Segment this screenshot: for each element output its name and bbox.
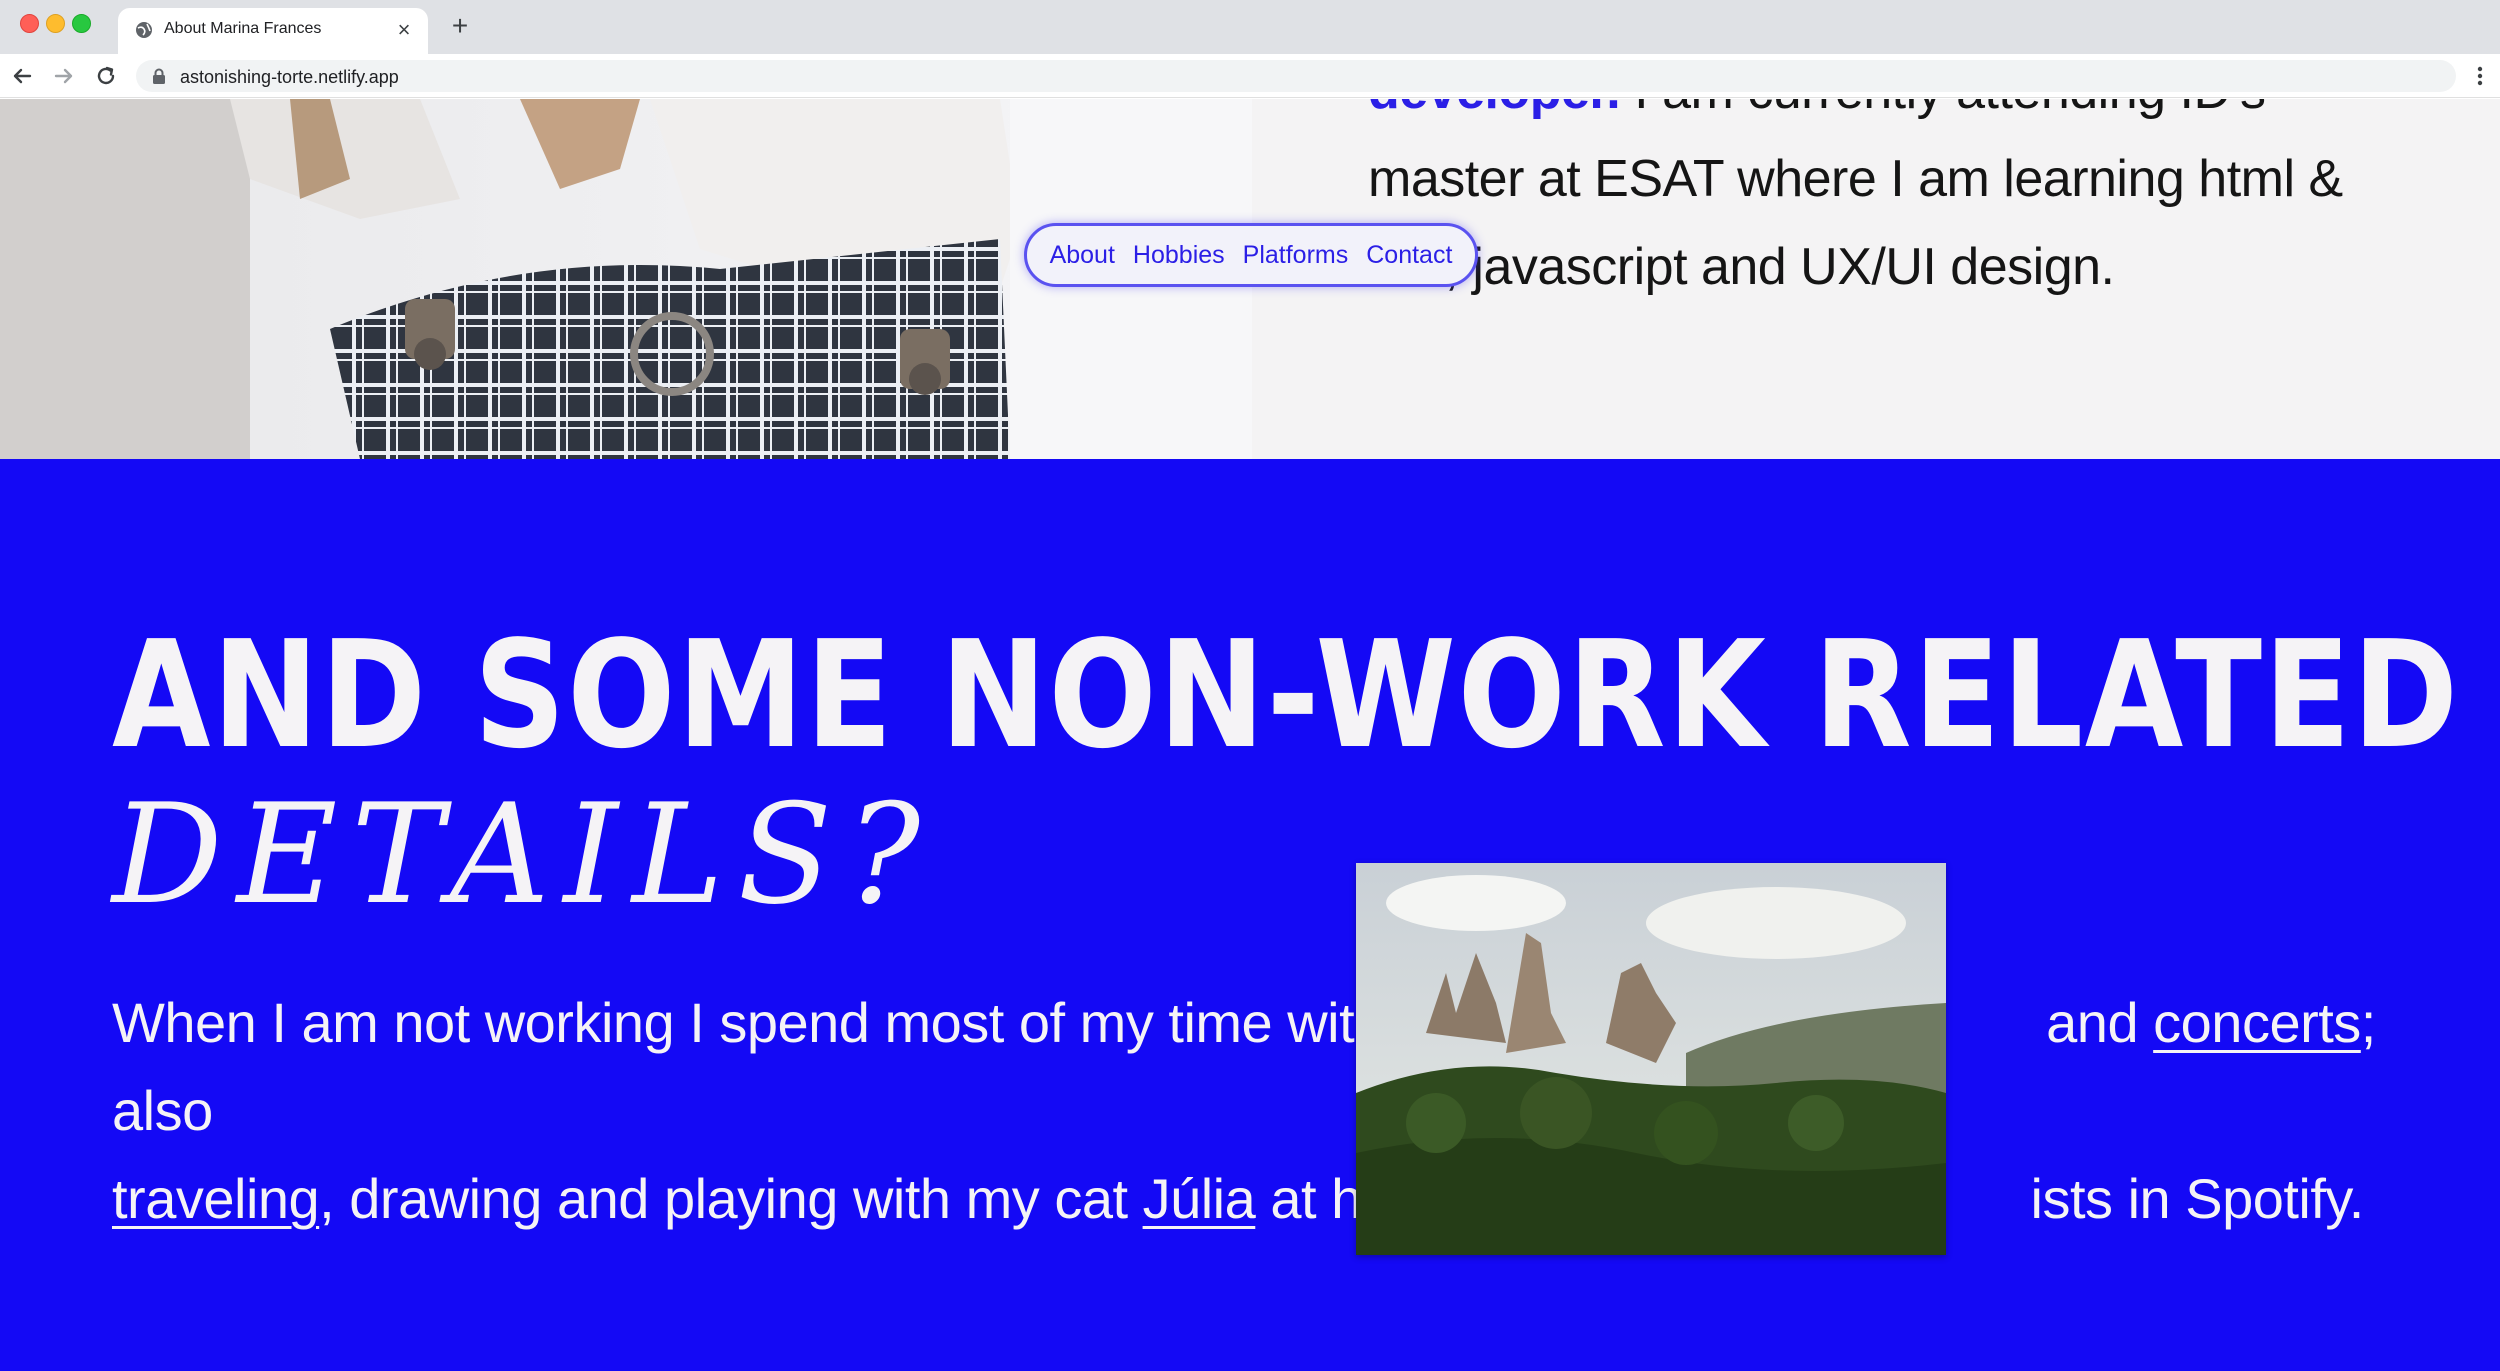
- para-text: , drawing and playing with my cat: [319, 1167, 1143, 1230]
- nav-link-platforms[interactable]: Platforms: [1243, 241, 1349, 270]
- browser-tab[interactable]: About Marina Frances ×: [118, 8, 428, 54]
- url-text: astonishing-torte.netlify.app: [180, 67, 399, 87]
- concerts-link[interactable]: concerts: [2153, 991, 2361, 1054]
- nav-link-hobbies[interactable]: Hobbies: [1133, 241, 1225, 270]
- traveling-link[interactable]: traveling: [112, 1167, 320, 1230]
- hobbies-section: AND SOME NON-WORK RELATED DETAILS? When …: [0, 459, 2500, 1371]
- globe-icon: [136, 22, 152, 38]
- back-button[interactable]: [8, 62, 36, 90]
- nav-link-about[interactable]: About: [1050, 241, 1115, 270]
- browser-tab-bar: About Marina Frances × +: [0, 0, 2500, 54]
- minimize-window-button[interactable]: [46, 14, 65, 33]
- lock-icon: [153, 68, 165, 84]
- more-options-icon[interactable]: [2470, 62, 2490, 90]
- para-text: and: [2031, 991, 2154, 1054]
- nav-link-contact[interactable]: Contact: [1366, 241, 1452, 270]
- julia-link[interactable]: Júlia: [1143, 1167, 1256, 1230]
- hobbies-heading-line2: DETAILS?: [112, 774, 935, 935]
- hobbies-paragraph: When I am not working I spend most of my…: [112, 979, 2442, 1243]
- landscape-photo: [1356, 863, 1946, 1255]
- reload-button[interactable]: [92, 62, 120, 90]
- new-tab-button[interactable]: +: [446, 12, 474, 40]
- forward-button[interactable]: [50, 62, 78, 90]
- para-text: ists in Spotify.: [2030, 1167, 2365, 1230]
- bio-highlight: developer.: [1368, 99, 1621, 120]
- tab-title: About Marina Frances: [164, 20, 322, 37]
- bio-line0: I am currently attending ID's: [1620, 99, 2266, 120]
- arrow-right-icon: [54, 68, 73, 84]
- hobbies-heading-line1: AND SOME NON-WORK RELATED: [112, 609, 2460, 781]
- maximize-window-button[interactable]: [72, 14, 91, 33]
- close-tab-icon[interactable]: ×: [392, 18, 416, 42]
- bio-line1: master at ESAT where I am learning html …: [1368, 150, 2343, 208]
- floating-nav: About Hobbies Platforms Contact: [1024, 223, 1478, 287]
- arrow-left-icon: [13, 68, 32, 84]
- page-viewport: developer. I am currently attending ID's…: [0, 99, 2500, 1371]
- bio-line2: css, javascript and UX/UI design.: [1368, 238, 2115, 296]
- address-bar[interactable]: astonishing-torte.netlify.app: [136, 60, 2456, 92]
- close-window-button[interactable]: [20, 14, 39, 33]
- reload-icon: [97, 66, 115, 85]
- bio-paragraph: developer. I am currently attending ID's…: [1368, 99, 2428, 311]
- para-text: When I am not working I spend most of my…: [112, 991, 1434, 1054]
- browser-toolbar: astonishing-torte.netlify.app: [0, 54, 2500, 98]
